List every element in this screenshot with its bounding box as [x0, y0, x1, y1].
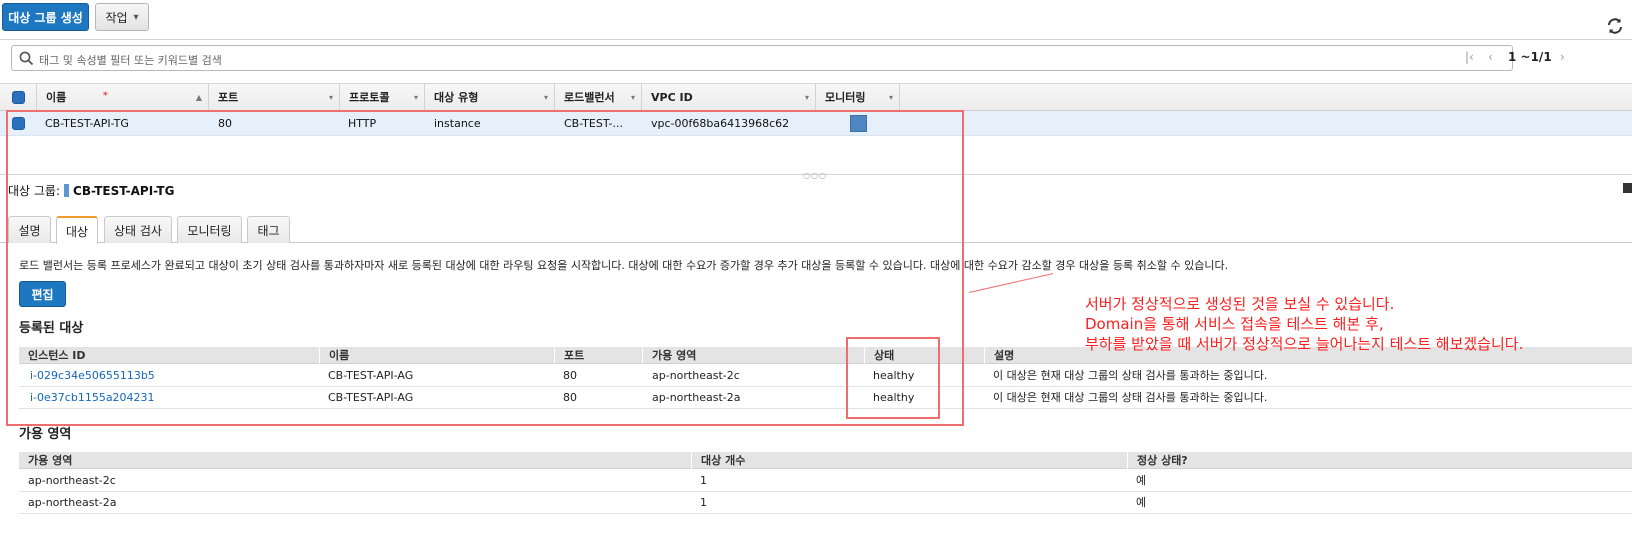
toolbar-divider [0, 39, 1632, 40]
col-vpc-id[interactable]: VPC ID ▾ [642, 84, 816, 112]
actions-label: 작업 [105, 10, 128, 25]
annotation-line: 부하를 받았을 때 서버가 정상적으로 늘어나는지 테스트 해보겠습니다. [1085, 335, 1524, 353]
status-highlight-box [846, 337, 940, 419]
col-healthy[interactable]: 정상 상태? [1127, 452, 1188, 469]
chevron-down-icon: ▾ [133, 11, 139, 23]
select-all-checkbox[interactable] [12, 91, 25, 104]
az-healthy: 예 [1136, 474, 1147, 487]
table-row: ap-northeast-2c 1 예 [19, 470, 1632, 492]
col-description[interactable]: 설명 [984, 347, 1014, 364]
target-groups-table-header: 이름 * ▲ 포트 ▾ 프로토콜 ▾ 대상 유형 ▾ 로드밸런서 ▾ VPC I… [0, 83, 1632, 112]
col-target-count[interactable]: 대상 개수 [691, 452, 745, 469]
col-name[interactable]: 이름 * ▲ [37, 84, 209, 112]
az-name: ap-northeast-2c [28, 474, 116, 487]
target-description: 이 대상은 현재 대상 그룹의 상태 검사를 통과하는 중입니다. [993, 391, 1268, 404]
search-placeholder: 태그 및 속성별 필터 또는 키워드별 검색 [39, 54, 222, 67]
az-count: 1 [700, 474, 707, 487]
tab-targets[interactable]: 대상 [56, 216, 98, 244]
chevron-down-icon: ▾ [630, 93, 635, 102]
create-target-group-button[interactable]: 대상 그룹 생성 [2, 3, 89, 31]
panel-toggle-icon[interactable] [1623, 183, 1632, 193]
col-monitoring[interactable]: 모니터링 ▾ [816, 84, 900, 112]
annotation-line: Domain을 통해 서비스 접속을 테스트 해본 후, [1085, 315, 1384, 333]
az-healthy: 예 [1136, 496, 1147, 509]
col-port[interactable]: 포트 ▾ [209, 84, 340, 112]
page-range: 1 ~1/1 [1508, 50, 1552, 64]
chevron-down-icon: ▾ [804, 93, 809, 102]
table-row: ap-northeast-2a 1 예 [19, 492, 1632, 514]
col-protocol[interactable]: 프로토콜 ▾ [340, 84, 425, 112]
sort-asc-icon: ▲ [195, 93, 202, 102]
next-page-icon[interactable]: › [1560, 50, 1565, 64]
highlight-box [6, 110, 964, 426]
search-icon [19, 51, 34, 66]
az-table-header: 가용 영역 대상 개수 정상 상태? [19, 452, 1632, 469]
prev-page-icon[interactable]: ‹ [1488, 50, 1493, 64]
annotation-text: 서버가 정상적으로 생성된 것을 보실 수 있습니다. Domain을 통해 서… [1085, 294, 1523, 354]
first-page-icon[interactable]: |‹ [1465, 50, 1474, 64]
col-target-type[interactable]: 대상 유형 ▾ [425, 84, 555, 112]
az-name: ap-northeast-2a [28, 496, 117, 509]
required-mark: * [103, 91, 108, 101]
col-az[interactable]: 가용 영역 [19, 452, 72, 469]
actions-dropdown[interactable]: 작업 ▾ [95, 3, 149, 31]
search-input[interactable]: 태그 및 속성별 필터 또는 키워드별 검색 [11, 45, 1513, 71]
chevron-down-icon: ▾ [413, 93, 418, 102]
target-description: 이 대상은 현재 대상 그룹의 상태 검사를 통과하는 중입니다. [993, 369, 1268, 382]
chevron-down-icon: ▾ [543, 93, 548, 102]
az-count: 1 [700, 496, 707, 509]
select-all-cell [0, 84, 37, 112]
col-load-balancer[interactable]: 로드밸런서 ▾ [555, 84, 642, 112]
annotation-pointer [969, 273, 1054, 293]
chevron-down-icon: ▾ [888, 93, 893, 102]
chevron-down-icon: ▾ [328, 93, 333, 102]
refresh-icon[interactable] [1605, 16, 1625, 36]
annotation-line: 서버가 정상적으로 생성된 것을 보실 수 있습니다. [1085, 295, 1395, 313]
